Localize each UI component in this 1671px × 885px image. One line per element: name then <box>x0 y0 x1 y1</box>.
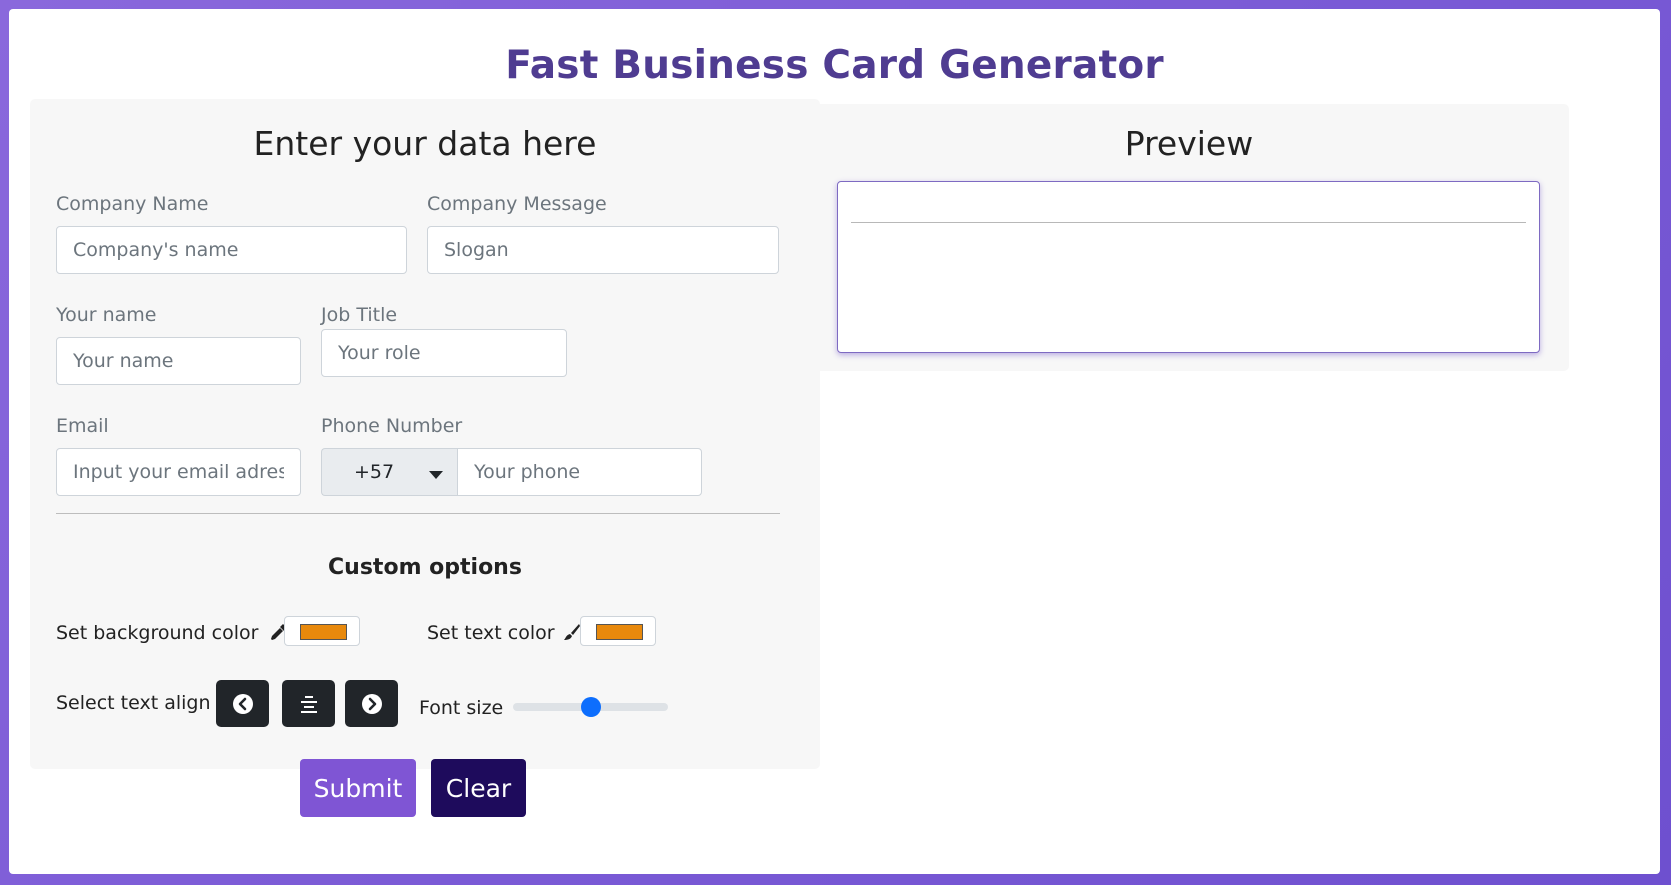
form-heading: Enter your data here <box>253 124 597 163</box>
paintbrush-icon <box>563 624 580 640</box>
bg-color-label-text: Set background color <box>56 622 259 644</box>
text-color-swatch <box>596 624 643 640</box>
submit-button[interactable]: Submit <box>300 759 416 817</box>
bg-color-label: Set background color <box>56 622 289 644</box>
form-divider <box>56 513 780 514</box>
clear-button[interactable]: Clear <box>431 759 526 817</box>
company-name-input[interactable] <box>56 226 407 274</box>
phone-input[interactable] <box>457 448 702 496</box>
your-name-label: Your name <box>56 304 157 326</box>
job-title-input[interactable] <box>321 329 567 377</box>
email-label: Email <box>56 415 109 437</box>
text-align-label: Select text align <box>56 692 211 714</box>
align-right-icon <box>361 693 382 714</box>
page-title: Fast Business Card Generator <box>505 43 1164 88</box>
custom-options-heading: Custom options <box>328 555 522 580</box>
business-card-preview <box>837 181 1540 353</box>
text-color-label: Set text color <box>427 622 581 644</box>
align-left-icon <box>232 693 253 714</box>
bg-color-picker[interactable] <box>284 616 360 646</box>
company-message-label: Company Message <box>427 193 607 215</box>
text-color-label-text: Set text color <box>427 622 555 644</box>
job-title-label: Job Title <box>321 304 398 326</box>
your-name-input[interactable] <box>56 337 301 385</box>
country-code-select[interactable]: +57 <box>321 448 457 496</box>
align-center-button[interactable] <box>282 680 335 727</box>
phone-label: Phone Number <box>321 415 463 437</box>
align-left-button[interactable] <box>216 680 269 727</box>
chevron-down-icon <box>429 471 443 479</box>
card-divider <box>851 222 1526 223</box>
company-name-label: Company Name <box>56 193 209 215</box>
country-code-value: +57 <box>354 461 395 483</box>
text-color-picker[interactable] <box>580 616 656 646</box>
font-size-slider-thumb[interactable] <box>580 697 601 717</box>
font-size-label: Font size <box>419 697 504 719</box>
align-right-button[interactable] <box>345 680 398 727</box>
align-center-icon <box>300 695 317 713</box>
email-input[interactable] <box>56 448 301 496</box>
company-message-input[interactable] <box>427 226 779 274</box>
bg-color-swatch <box>300 624 347 640</box>
preview-heading: Preview <box>1124 124 1254 163</box>
font-size-slider[interactable] <box>513 697 668 717</box>
